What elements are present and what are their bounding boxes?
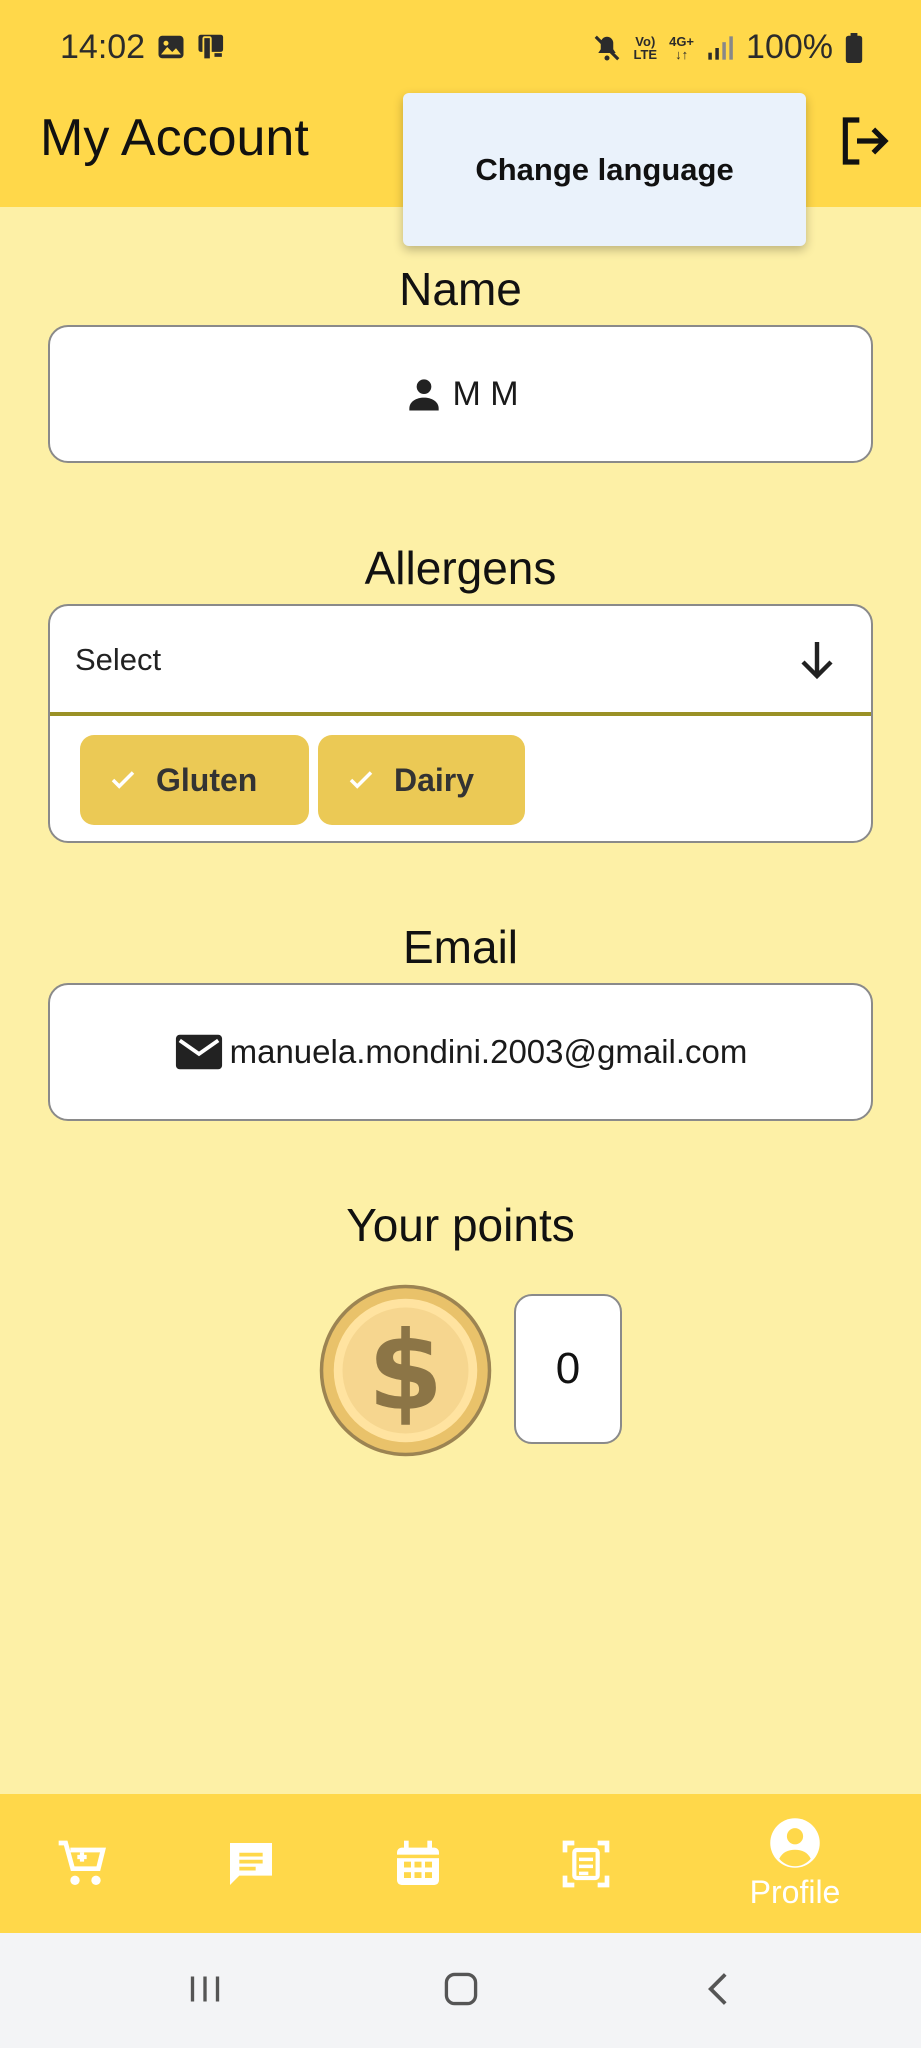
volte-indicator: Vo) LTE (634, 35, 658, 61)
system-navigation-bar (0, 1933, 921, 2048)
name-section-label: Name (399, 263, 522, 315)
points-value-box: 0 (514, 1294, 622, 1444)
image-icon (158, 35, 184, 59)
allergens-section-label: Allergens (364, 542, 557, 594)
name-field[interactable]: M M (48, 325, 873, 463)
profile-icon (770, 1818, 820, 1868)
status-system-icons: Vo) LTE 4G+ ↓↑ 100% (592, 28, 864, 67)
scan-icon (562, 1840, 610, 1887)
points-section-label: Your points (346, 1199, 575, 1251)
chip-label: Gluten (156, 761, 258, 798)
mail-icon (175, 1034, 222, 1070)
chip-label: Dairy (394, 761, 475, 798)
back-icon[interactable] (694, 1961, 744, 2017)
allergens-select-dropdown[interactable]: Select (50, 606, 871, 716)
battery-icon (845, 32, 863, 63)
calendar-icon (397, 1840, 439, 1885)
allergens-multiselect: Select Gluten Dairy (48, 604, 873, 843)
bottom-navigation-bar: Profile (0, 1794, 921, 1933)
nav-cart[interactable] (42, 1794, 122, 1933)
person-icon (409, 379, 440, 411)
name-value: M M (452, 374, 519, 413)
battery-percentage: 100% (746, 28, 833, 66)
nav-chat[interactable] (211, 1794, 291, 1933)
status-time: 14:02 (60, 28, 146, 66)
nav-profile[interactable]: Profile (735, 1794, 855, 1933)
svg-text:$: $ (368, 1308, 444, 1435)
check-icon (111, 771, 135, 789)
arrow-down-icon (801, 642, 833, 680)
points-value: 0 (555, 1344, 581, 1393)
data-arrows-icon: ↓↑ (675, 46, 689, 62)
volte-bottom: LTE (633, 46, 658, 62)
coin-icon: $ (319, 1284, 492, 1457)
volte-top: Vo) (635, 33, 656, 49)
select-placeholder: Select (75, 642, 162, 677)
chat-icon (230, 1842, 272, 1885)
cart-icon (58, 1840, 106, 1885)
allergen-chip-gluten[interactable]: Gluten (80, 735, 309, 825)
status-notification-icons (156, 32, 228, 62)
nav-calendar[interactable] (378, 1794, 458, 1933)
check-icon (349, 771, 373, 789)
email-section-label: Email (402, 921, 519, 973)
nav-scan[interactable] (546, 1794, 626, 1933)
recent-apps-icon[interactable] (180, 1961, 230, 2017)
signal-icon (708, 35, 733, 60)
change-language-menu-item[interactable]: Change language (475, 152, 733, 188)
network-type: 4G+ (669, 33, 695, 49)
logout-icon[interactable] (836, 113, 892, 169)
nav-profile-label: Profile (749, 1874, 841, 1910)
network-indicator: 4G+ ↓↑ (669, 35, 694, 61)
email-value: manuela.mondini.2003@gmail.com (229, 1033, 748, 1070)
options-popup-menu: Change language (403, 93, 806, 246)
home-icon[interactable] (436, 1961, 486, 2017)
email-field[interactable]: manuela.mondini.2003@gmail.com (48, 983, 873, 1121)
device-icon (198, 34, 224, 61)
allergen-chip-dairy[interactable]: Dairy (318, 735, 525, 825)
mute-icon (594, 35, 619, 60)
page-title: My Account (40, 109, 309, 167)
